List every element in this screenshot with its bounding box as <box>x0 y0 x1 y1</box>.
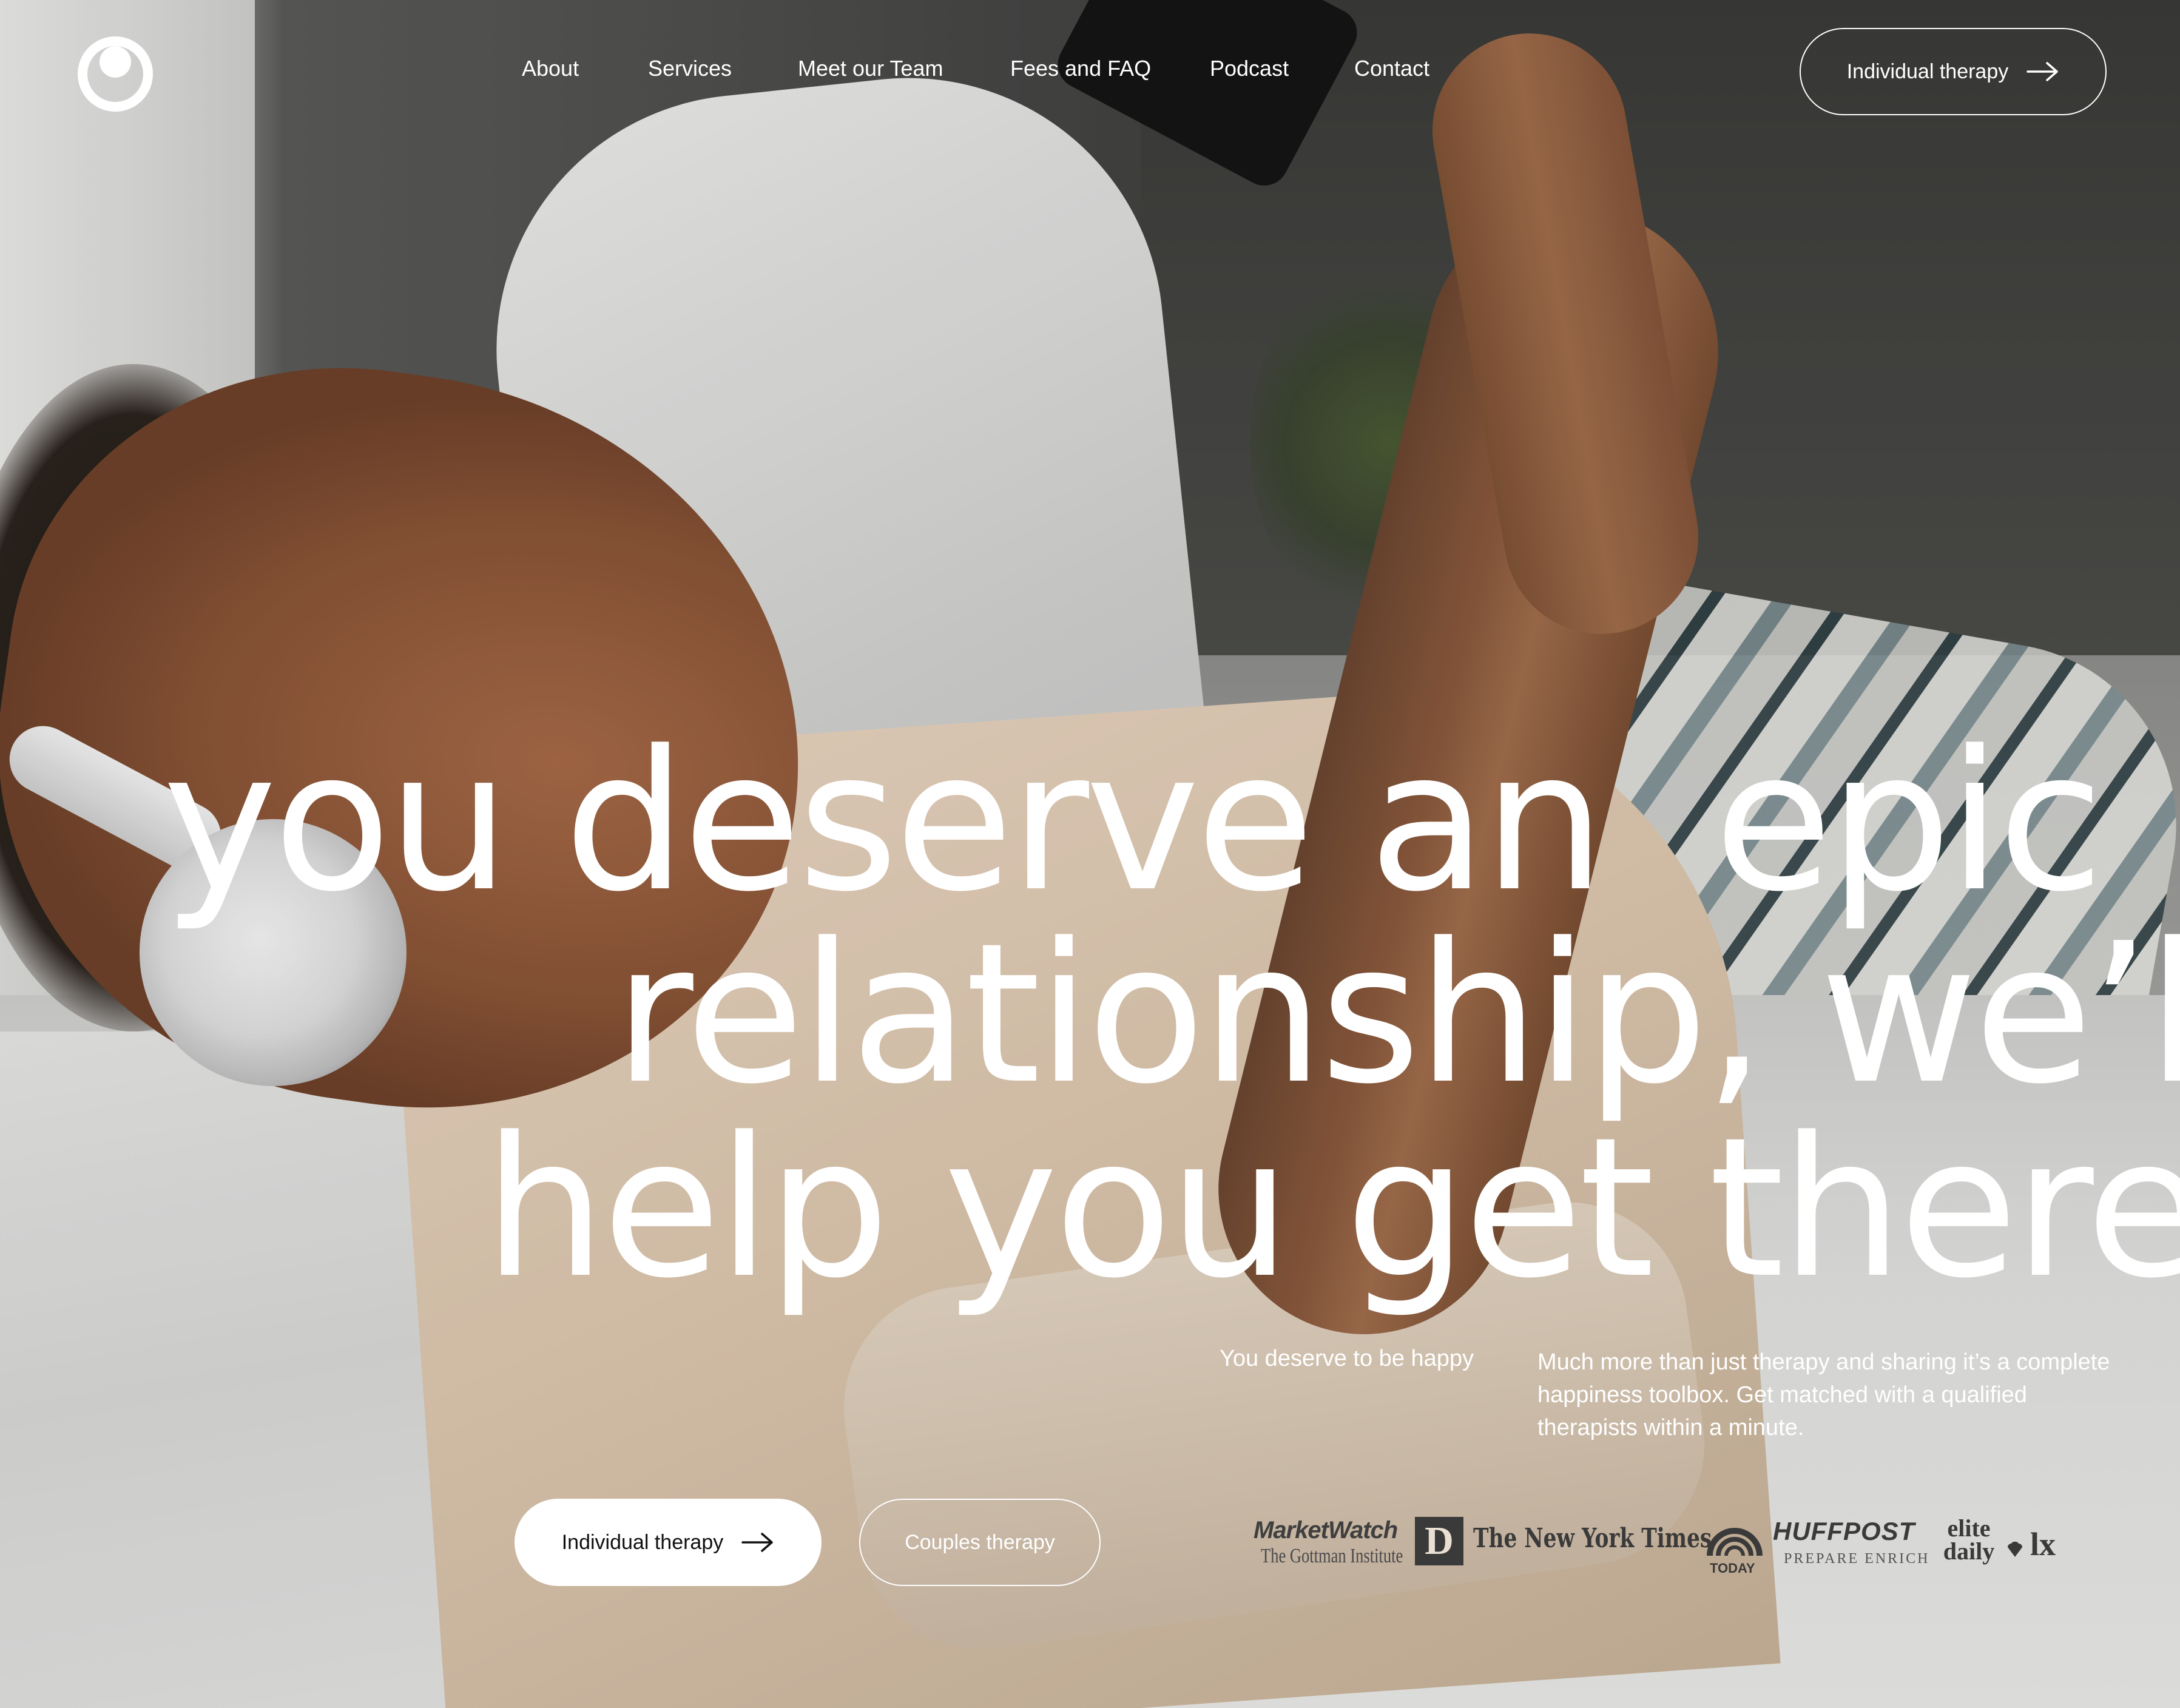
individual-therapy-button[interactable]: Individual therapy <box>515 1499 822 1586</box>
headline-line-2: relationship, we’ll <box>614 902 2180 1126</box>
individual-therapy-label: Individual therapy <box>561 1530 724 1554</box>
today-logo: TODAY <box>1710 1561 1755 1576</box>
nav-item-contact[interactable]: Contact <box>1354 56 1429 81</box>
arrow-right-icon <box>741 1533 773 1552</box>
site-header: About Services Meet our Team Fees and FA… <box>0 0 2180 146</box>
hero-description: Much more than just therapy and sharing … <box>1537 1349 2110 1440</box>
huffpost-logo: HUFFPOST <box>1773 1517 1915 1545</box>
marketwatch-logo: MarketWatch <box>1254 1517 1398 1544</box>
prepare-enrich-logo: PREPARE ENRICH <box>1784 1551 1930 1567</box>
headline-line-3: help you get there. <box>484 1096 2180 1320</box>
d-magazine-logo: D <box>1415 1517 1463 1565</box>
nav-item-meet-our-team[interactable]: Meet our Team <box>798 56 943 81</box>
header-individual-therapy-button[interactable]: Individual therapy <box>1800 28 2107 115</box>
arrow-right-icon <box>2026 62 2058 81</box>
nav-item-fees-and-faq[interactable]: Fees and FAQ <box>1010 56 1151 81</box>
gottman-logo: The Gottman Institute <box>1261 1545 1403 1567</box>
headline-line-1b: epic <box>1714 709 2104 934</box>
nav-item-about[interactable]: About <box>522 56 579 81</box>
nav-item-services[interactable]: Services <box>648 56 732 81</box>
headline-line-1a: you deserve an <box>163 709 1605 934</box>
header-cta-label: Individual therapy <box>1846 59 2009 83</box>
logo-icon[interactable] <box>76 35 154 113</box>
couples-therapy-label: Couples therapy <box>905 1530 1055 1554</box>
nyt-logo: The New York Times <box>1473 1523 1712 1554</box>
lx-logo: lx <box>2030 1526 2056 1562</box>
couples-therapy-button[interactable]: Couples therapy <box>859 1499 1101 1586</box>
hero-tagline: You deserve to be happy <box>1220 1346 1474 1371</box>
nbc-peacock-icon <box>2008 1541 2022 1557</box>
elite-daily-logo: elite daily <box>1943 1514 1995 1565</box>
nav-item-podcast[interactable]: Podcast <box>1210 56 1289 81</box>
